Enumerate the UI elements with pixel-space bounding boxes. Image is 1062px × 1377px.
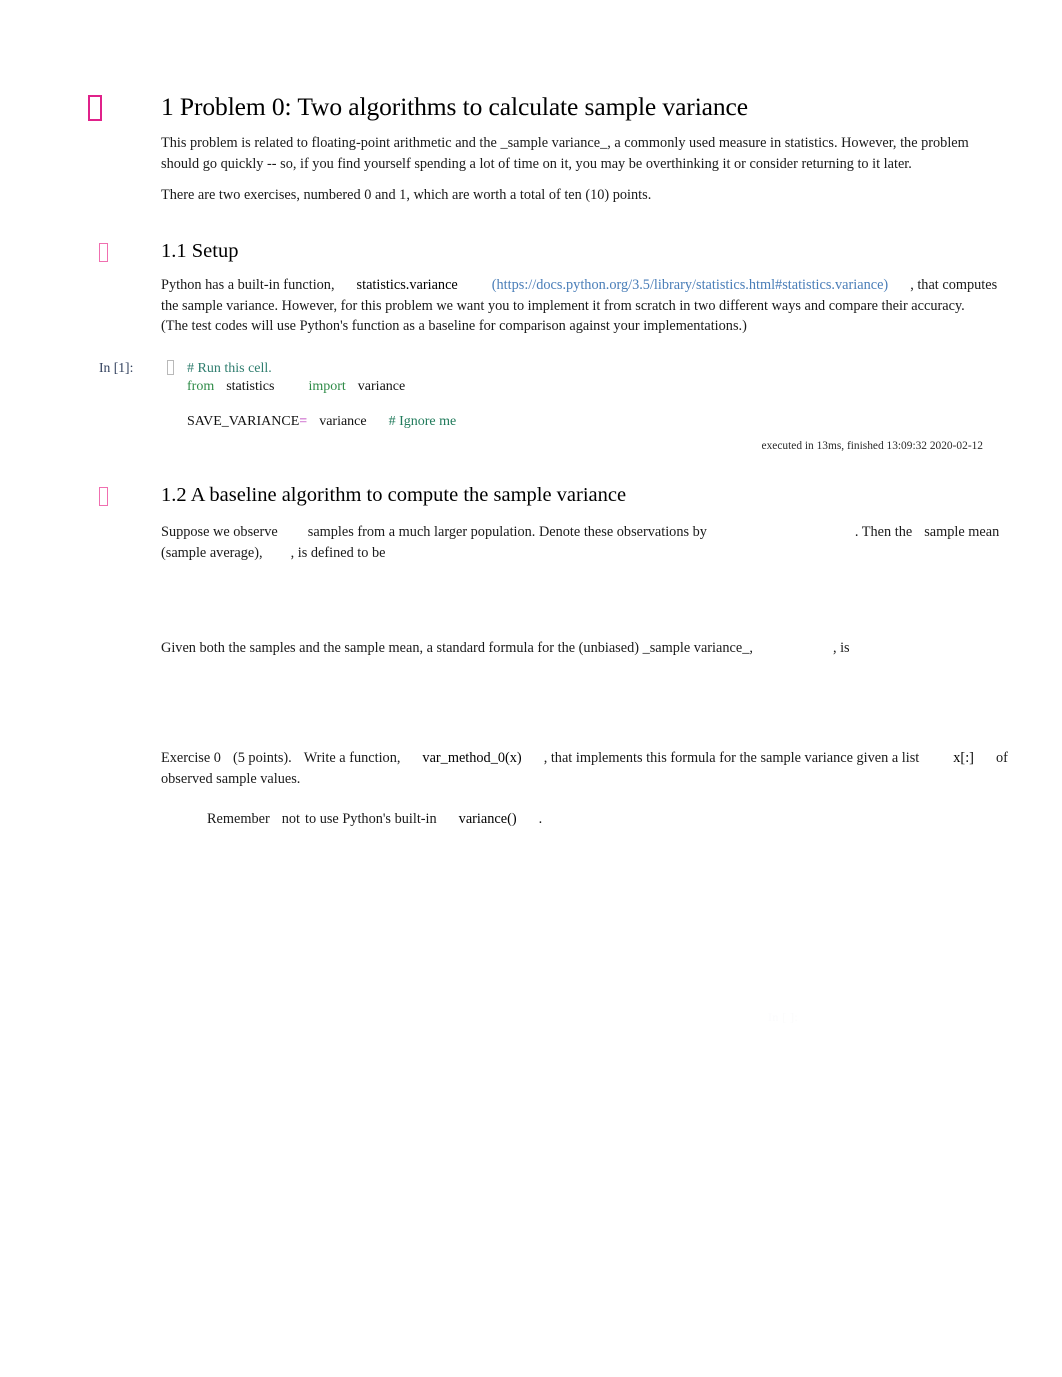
note-text-b: to use Python's built-in: [305, 811, 437, 827]
baseline-line-1: Suppose we observe samples from a much la…: [161, 522, 999, 543]
variance-text-a: Given both the samples and the sample me…: [161, 640, 753, 656]
baseline-text-e: , is defined to be: [290, 544, 386, 561]
note-emphasis-not: not: [281, 811, 301, 827]
code-operator-equals: =: [299, 413, 308, 429]
inline-code-statistics-variance: statistics.variance: [356, 277, 458, 293]
inline-code-variance-fn: variance(): [458, 811, 517, 827]
cell-anchor-icon[interactable]: [167, 360, 175, 377]
intro-paragraph: This problem is related to floating-poin…: [161, 133, 991, 174]
baseline-text-d: (sample average),: [161, 544, 263, 561]
code-comment-ignore-me: # Ignore me: [388, 413, 457, 429]
notebook-page: 1 Problem 0: Two algorithms to calculate…: [0, 0, 1062, 1377]
code-line-assign: SAVE_VARIANCE= variance # Ignore me: [187, 413, 456, 431]
baseline-text-sample-mean: sample mean: [924, 524, 1000, 540]
baseline-text-c: . Then the: [854, 524, 913, 540]
code-module-statistics: statistics: [226, 378, 275, 394]
code-line-import: from statistics import variance: [187, 378, 456, 396]
variance-text-b: , is: [832, 640, 850, 656]
exercise-0-text-b: , that implements this formula for the s…: [543, 750, 920, 766]
exercise-0-label: Exercise 0: [161, 750, 221, 766]
section-heading-baseline: 1.2 A baseline algorithm to compute the …: [161, 484, 627, 506]
exercise-0-paragraph: Exercise 0 (5 points). Write a function, va…: [161, 748, 1008, 789]
statistics-variance-doc-link[interactable]: (https://docs.python.org/3.5/library/sta…: [492, 277, 888, 293]
code-value-variance: variance: [319, 413, 367, 429]
anchor-link-icon[interactable]: [99, 243, 109, 264]
inline-code-var-method-0: var_method_0(x): [422, 750, 522, 766]
display-math-sample-variance: [161, 670, 991, 732]
note-text-c: .: [538, 811, 543, 827]
exercise-0-line-2: observed sample values.: [161, 770, 301, 787]
setup-text-a: Python has a built-in function,: [161, 277, 335, 293]
cell-prompt: In [1]:: [99, 360, 134, 375]
variance-formula-paragraph: Given both the samples and the sample me…: [161, 638, 991, 659]
exercises-count-paragraph: There are two exercises, numbered 0 and …: [161, 187, 652, 203]
code-keyword-import: import: [308, 378, 346, 394]
cell-execution-info: executed in 13ms, finished 13:09:32 2020…: [761, 440, 983, 452]
setup-line-3: (The test codes will use Python's functi…: [161, 318, 747, 334]
exercise-0-text-a: Write a function,: [303, 750, 401, 766]
exercise-0-note-blockquote: Remember not to use Python's built-in varia…: [207, 809, 542, 830]
setup-line-1: Python has a built-in function, statistic…: [161, 275, 997, 296]
setup-text-b: , that computes: [910, 277, 998, 293]
intro-line-1: This problem is related to floating-poin…: [161, 135, 969, 151]
baseline-text-b: samples from a much larger population. D…: [307, 524, 707, 540]
display-math-sample-mean: [161, 572, 991, 630]
section-heading-setup: 1.1 Setup: [161, 240, 239, 262]
anchor-link-icon[interactable]: [99, 487, 109, 508]
code-line-comment: # Run this cell.: [187, 361, 272, 376]
inline-code-x-slice: x[:]: [953, 750, 974, 766]
baseline-paragraph: Suppose we observe samples from a much la…: [161, 522, 999, 564]
anchor-link-icon[interactable]: [88, 95, 102, 123]
code-editor[interactable]: # Run this cell. from statistics import var…: [187, 360, 456, 430]
faint-render-artifact: In [ ]:: [768, 1010, 799, 1024]
code-var-save-variance: SAVE_VARIANCE: [187, 413, 300, 429]
baseline-text-a: Suppose we observe: [161, 524, 278, 540]
code-keyword-from: from: [187, 378, 215, 394]
page-title: 1 Problem 0: Two algorithms to calculate…: [161, 92, 748, 121]
code-name-variance: variance: [357, 378, 406, 394]
intro-line-2: should go quickly -- so, if you find you…: [161, 155, 912, 172]
setup-paragraph: Python has a built-in function, statistic…: [161, 275, 997, 337]
exercise-0-text-c: of: [995, 750, 1008, 766]
variance-formula-line: Given both the samples and the sample me…: [161, 638, 991, 659]
baseline-line-2: (sample average), , is defined to be: [161, 543, 991, 564]
exercise-0-points: (5 points).: [232, 750, 292, 766]
exercise-0-line-1: Exercise 0 (5 points). Write a function, va…: [161, 748, 1008, 769]
note-text-a: Remember: [207, 811, 270, 827]
setup-line-2: the sample variance. However, for this p…: [161, 297, 965, 314]
